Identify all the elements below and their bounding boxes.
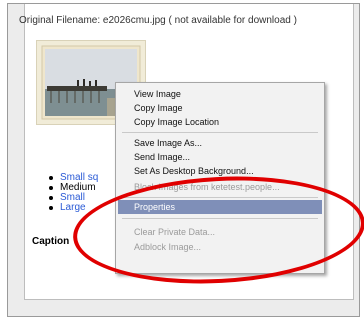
menu-item-copy-image[interactable]: Copy Image xyxy=(118,101,322,115)
menu-item-copy-image-location[interactable]: Copy Image Location xyxy=(118,115,322,129)
menu-item-send-image[interactable]: Send Image... xyxy=(118,150,322,164)
caption-label: Caption xyxy=(32,236,70,247)
size-list: Small sq Medium Small Large xyxy=(48,173,98,213)
menu-separator xyxy=(122,132,318,133)
original-filename-text: Original Filename: e2026cmu.jpg ( not av… xyxy=(19,15,297,26)
menu-item-save-image-as[interactable]: Save Image As... xyxy=(118,136,322,150)
menu-item-view-image[interactable]: View Image xyxy=(118,87,322,101)
